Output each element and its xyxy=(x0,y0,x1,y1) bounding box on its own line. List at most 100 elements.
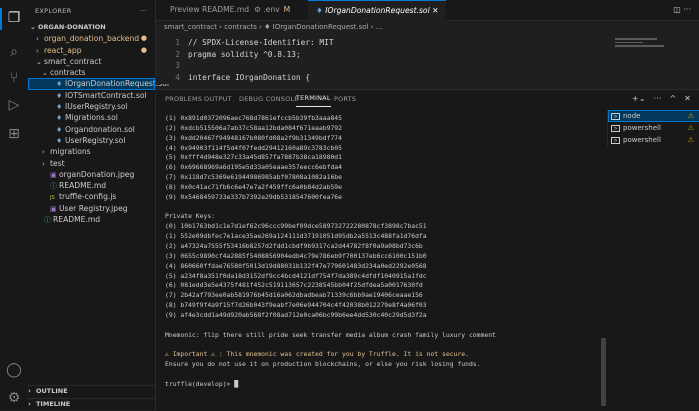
file-item[interactable]: ▣ User Registry.jpeg xyxy=(28,203,155,214)
search-icon[interactable]: ⌕ xyxy=(6,44,22,60)
info-icon: ⓘ xyxy=(44,216,51,225)
terminal-output[interactable]: (1) 0x891d0372096aec768d7861efccb5b39fb3… xyxy=(165,114,597,390)
source-control-icon[interactable]: ⑂ xyxy=(6,70,22,86)
tree-item-label: Migrations.sol xyxy=(65,113,118,123)
folder-item[interactable]: ⌄ contracts xyxy=(28,67,155,78)
folder-item[interactable]: › test xyxy=(28,158,155,169)
file-item[interactable]: ♦ Organdonation.sol xyxy=(28,124,155,135)
tab-debug-console[interactable]: DEBUG CONSOLE xyxy=(239,90,299,108)
active-indicator xyxy=(0,8,2,30)
warning-icon: ⚠ xyxy=(687,136,694,144)
tree-item-label: smart_contract xyxy=(44,56,102,66)
code-line: pragma solidity ^0.8.13; xyxy=(188,49,301,59)
terminal-icon: > xyxy=(611,112,620,120)
terminal-line: ⚠ Important ⚠ : This mnemonic was create… xyxy=(165,350,469,359)
file-item[interactable]: ▣ organDonation.jpeg xyxy=(28,169,155,180)
tab-problems[interactable]: PROBLEMS xyxy=(165,90,202,108)
tree-item-label: contracts xyxy=(50,68,86,78)
tab-env[interactable]: ⚙ .env M xyxy=(246,0,298,20)
sidebar-bottom: › OUTLINE › TIMELINE xyxy=(28,385,155,410)
terminal-line: Mnemonic: flip there still pride seek tr… xyxy=(165,330,496,339)
settings-icon[interactable]: ⚙ xyxy=(6,390,22,406)
outline-label: OUTLINE xyxy=(36,387,68,396)
outline-section[interactable]: › OUTLINE xyxy=(28,385,155,397)
tree-item-label: README.md xyxy=(59,181,107,191)
file-item[interactable]: ♦ Migrations.sol xyxy=(28,112,155,123)
terminal-line: (1) 0x891d0372096aec768d7861efccb5b39fb3… xyxy=(165,114,342,122)
breadcrumb[interactable]: smart_contract › contracts › ♦ IOrganDon… xyxy=(156,21,699,34)
terminal-list: > node ⚠ > powershell ⚠ > powershell ⚠ xyxy=(607,110,699,146)
tree-item-label: IUserRegistry.sol xyxy=(65,102,128,112)
close-icon[interactable]: ✕ xyxy=(432,6,438,15)
terminal-line: (2) a47324a7555f53416b8257d2fdd1cbdf9b93… xyxy=(165,241,423,250)
terminal-scrollbar[interactable] xyxy=(601,338,606,406)
terminal-line: (2) 0xdcb515506a7ab37c58aa12bda084f671ea… xyxy=(165,123,342,132)
tree-item-label: organDonation.jpeg xyxy=(59,169,135,179)
explorer-sidebar: EXPLORER ··· ⌄ ORGAN-DONATION › organ_dona… xyxy=(28,0,169,410)
editor-tabs: Preview README.md ⚙ .env M ♦ IOrganDonati… xyxy=(156,0,699,21)
terminal-instance-label: node xyxy=(623,112,641,120)
activity-bar: ❐ ⌕ ⑂ ▷ ⊞ ◯ ⚙ xyxy=(0,0,29,410)
tree-item-label: README.md xyxy=(53,215,101,225)
minimap[interactable] xyxy=(615,38,685,58)
tree-item-label: react_app xyxy=(44,45,82,55)
panel-tabs: PROBLEMS OUTPUT DEBUG CONSOLE TERMINAL P… xyxy=(156,90,699,108)
folder-item[interactable]: › react_app ● xyxy=(28,45,155,56)
tab-terminal[interactable]: TERMINAL xyxy=(296,90,331,107)
tab-iorgandonationrequest[interactable]: ♦ IOrganDonationRequest.sol ✕ xyxy=(308,0,447,21)
terminal-instance[interactable]: > powershell ⚠ xyxy=(608,122,699,134)
timeline-section[interactable]: › TIMELINE xyxy=(28,397,155,410)
modified-badge: M xyxy=(283,5,291,14)
tab-preview-readme[interactable]: Preview README.md xyxy=(162,0,257,20)
terminal-instance[interactable]: > powershell ⚠ xyxy=(608,134,699,146)
file-item[interactable]: ♦ IUserRegistry.sol xyxy=(28,101,155,112)
extensions-icon[interactable]: ⊞ xyxy=(6,126,22,142)
chevron-right-icon: › xyxy=(28,399,31,408)
tree-item-label: IOTSmartContract.sol xyxy=(65,90,147,100)
modified-dot-icon: ● xyxy=(140,34,147,43)
chevron-right-icon: › xyxy=(28,387,31,396)
file-item[interactable]: ⓘ README.md xyxy=(28,180,155,191)
panel-actions[interactable]: +⌄ ··· ^ ✕ xyxy=(632,90,691,108)
terminal-line: (0) 10b1763bd1c1e7d1ef62c96ccc99bef09dce… xyxy=(165,222,427,231)
file-item[interactable]: JS truffle-config.js xyxy=(28,191,155,202)
explorer-root[interactable]: ⌄ ORGAN-DONATION xyxy=(28,22,155,33)
line-number: 2 xyxy=(175,49,180,59)
terminal-line: (7) 2b42af793ee0ab581976b45d16a062dbadbe… xyxy=(165,291,423,300)
file-tree: › organ_donation_backend ● › react_app ● ⌄ smar… xyxy=(28,33,169,225)
file-item[interactable]: ♦ UserRegistry.sol xyxy=(28,135,155,146)
file-item[interactable]: ♦ IOrganDonationRequest.sol xyxy=(28,78,169,90)
file-item[interactable]: ⓘ README.md xyxy=(28,214,155,225)
terminal-line: truffle(develop)> █ xyxy=(165,379,239,388)
terminal-instance-label: powershell xyxy=(623,124,661,132)
code-line: // SPDX-License-Identifier: MIT xyxy=(188,38,334,47)
code-editor[interactable]: 1 // SPDX-License-Identifier: MIT 2 pragma … xyxy=(156,34,699,84)
folder-item[interactable]: ⌄ smart_contract xyxy=(28,56,155,67)
tab-actions[interactable]: ◫ ··· xyxy=(673,0,691,20)
files-icon[interactable]: ❐ xyxy=(6,10,22,26)
chevron-down-icon: ⌄ xyxy=(30,23,36,31)
run-debug-icon[interactable]: ▷ xyxy=(6,97,22,113)
warning-icon: ⚠ xyxy=(687,124,694,132)
tab-ports[interactable]: PORTS xyxy=(334,90,356,108)
modified-dot-icon: ● xyxy=(140,45,147,54)
tree-item-label: Organdonation.sol xyxy=(65,124,135,134)
code-line: interface IOrganDonation { xyxy=(188,72,311,82)
solidity-file-icon: ♦ xyxy=(316,6,323,15)
folder-item[interactable]: › migrations xyxy=(28,146,155,157)
tab-label: .env xyxy=(263,5,280,14)
terminal-line: (4) 0x94903f114f5d4f07fedd29412160a89c37… xyxy=(165,143,342,152)
terminal-line: (3) 0655c9890cf4a2885f5408856904edb4c79e… xyxy=(165,251,427,260)
terminal-line: (8) b749f9f4a9f15f7d26b043f9eabf7e06e944… xyxy=(165,301,427,310)
tab-output[interactable]: OUTPUT xyxy=(204,90,232,108)
warning-icon: ⚠ xyxy=(687,112,694,120)
explorer-more-button[interactable]: ··· xyxy=(140,0,147,22)
explorer-header: EXPLORER ··· xyxy=(28,0,155,22)
file-item[interactable]: ♦ IOTSmartContract.sol xyxy=(28,90,155,101)
terminal-instance[interactable]: > node ⚠ xyxy=(608,110,699,122)
folder-item[interactable]: › organ_donation_backend ● xyxy=(28,33,155,44)
tree-item-label: User Registry.jpeg xyxy=(59,203,128,213)
account-icon[interactable]: ◯ xyxy=(6,362,22,378)
